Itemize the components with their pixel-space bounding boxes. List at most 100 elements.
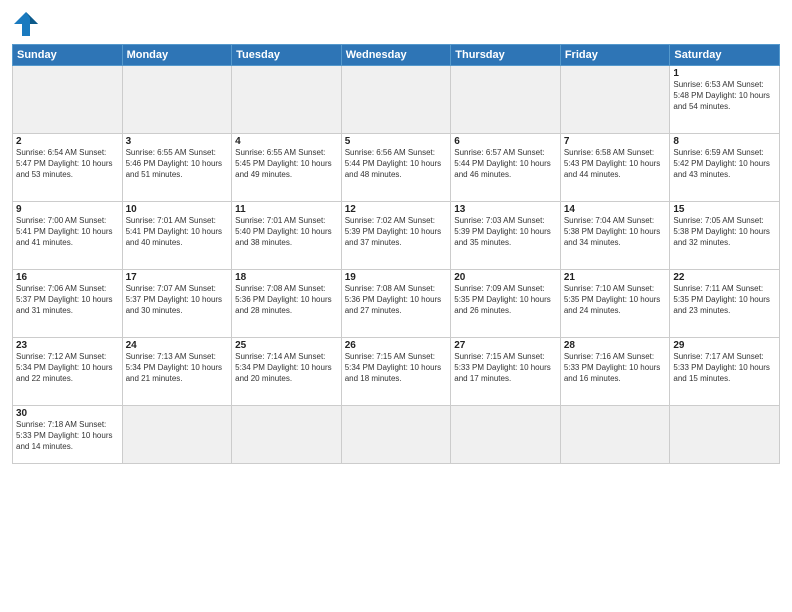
calendar-cell-2-3: 4Sunrise: 6:55 AM Sunset: 5:45 PM Daylig… xyxy=(232,134,342,202)
day-header-tuesday: Tuesday xyxy=(232,45,342,66)
calendar-cell-1-5 xyxy=(451,66,561,134)
day-info: Sunrise: 6:57 AM Sunset: 5:44 PM Dayligh… xyxy=(454,148,557,180)
day-number: 19 xyxy=(345,272,448,283)
day-info: Sunrise: 7:15 AM Sunset: 5:34 PM Dayligh… xyxy=(345,352,448,384)
day-number: 10 xyxy=(126,204,229,215)
day-header-saturday: Saturday xyxy=(670,45,780,66)
day-info: Sunrise: 7:13 AM Sunset: 5:34 PM Dayligh… xyxy=(126,352,229,384)
day-info: Sunrise: 7:10 AM Sunset: 5:35 PM Dayligh… xyxy=(564,284,667,316)
day-info: Sunrise: 7:09 AM Sunset: 5:35 PM Dayligh… xyxy=(454,284,557,316)
day-info: Sunrise: 7:11 AM Sunset: 5:35 PM Dayligh… xyxy=(673,284,776,316)
day-number: 6 xyxy=(454,136,557,147)
calendar-cell-1-6 xyxy=(560,66,670,134)
calendar-cell-1-1 xyxy=(13,66,123,134)
calendar-cell-4-4: 19Sunrise: 7:08 AM Sunset: 5:36 PM Dayli… xyxy=(341,270,451,338)
day-number: 20 xyxy=(454,272,557,283)
day-info: Sunrise: 7:18 AM Sunset: 5:33 PM Dayligh… xyxy=(16,420,119,452)
logo xyxy=(12,10,44,38)
day-number: 9 xyxy=(16,204,119,215)
day-number: 27 xyxy=(454,340,557,351)
day-info: Sunrise: 7:15 AM Sunset: 5:33 PM Dayligh… xyxy=(454,352,557,384)
day-number: 30 xyxy=(16,408,119,419)
calendar-cell-2-2: 3Sunrise: 6:55 AM Sunset: 5:46 PM Daylig… xyxy=(122,134,232,202)
day-number: 15 xyxy=(673,204,776,215)
day-info: Sunrise: 6:54 AM Sunset: 5:47 PM Dayligh… xyxy=(16,148,119,180)
day-info: Sunrise: 6:55 AM Sunset: 5:45 PM Dayligh… xyxy=(235,148,338,180)
day-number: 2 xyxy=(16,136,119,147)
week-row-2: 2Sunrise: 6:54 AM Sunset: 5:47 PM Daylig… xyxy=(13,134,780,202)
day-number: 3 xyxy=(126,136,229,147)
calendar-cell-5-4: 26Sunrise: 7:15 AM Sunset: 5:34 PM Dayli… xyxy=(341,338,451,406)
calendar-cell-4-7: 22Sunrise: 7:11 AM Sunset: 5:35 PM Dayli… xyxy=(670,270,780,338)
day-info: Sunrise: 7:16 AM Sunset: 5:33 PM Dayligh… xyxy=(564,352,667,384)
week-row-3: 9Sunrise: 7:00 AM Sunset: 5:41 PM Daylig… xyxy=(13,202,780,270)
calendar-cell-2-1: 2Sunrise: 6:54 AM Sunset: 5:47 PM Daylig… xyxy=(13,134,123,202)
calendar-cell-2-5: 6Sunrise: 6:57 AM Sunset: 5:44 PM Daylig… xyxy=(451,134,561,202)
day-info: Sunrise: 6:56 AM Sunset: 5:44 PM Dayligh… xyxy=(345,148,448,180)
calendar-cell-6-1: 30Sunrise: 7:18 AM Sunset: 5:33 PM Dayli… xyxy=(13,406,123,464)
day-info: Sunrise: 7:01 AM Sunset: 5:40 PM Dayligh… xyxy=(235,216,338,248)
day-number: 29 xyxy=(673,340,776,351)
day-number: 22 xyxy=(673,272,776,283)
day-info: Sunrise: 7:08 AM Sunset: 5:36 PM Dayligh… xyxy=(235,284,338,316)
day-number: 24 xyxy=(126,340,229,351)
calendar-cell-5-1: 23Sunrise: 7:12 AM Sunset: 5:34 PM Dayli… xyxy=(13,338,123,406)
calendar-cell-3-2: 10Sunrise: 7:01 AM Sunset: 5:41 PM Dayli… xyxy=(122,202,232,270)
calendar-header-row: SundayMondayTuesdayWednesdayThursdayFrid… xyxy=(13,45,780,66)
day-info: Sunrise: 7:02 AM Sunset: 5:39 PM Dayligh… xyxy=(345,216,448,248)
day-number: 4 xyxy=(235,136,338,147)
calendar-cell-3-7: 15Sunrise: 7:05 AM Sunset: 5:38 PM Dayli… xyxy=(670,202,780,270)
calendar-table: SundayMondayTuesdayWednesdayThursdayFrid… xyxy=(12,44,780,464)
calendar-cell-1-3 xyxy=(232,66,342,134)
week-row-4: 16Sunrise: 7:06 AM Sunset: 5:37 PM Dayli… xyxy=(13,270,780,338)
day-info: Sunrise: 7:03 AM Sunset: 5:39 PM Dayligh… xyxy=(454,216,557,248)
day-info: Sunrise: 6:58 AM Sunset: 5:43 PM Dayligh… xyxy=(564,148,667,180)
day-number: 1 xyxy=(673,68,776,79)
week-row-5: 23Sunrise: 7:12 AM Sunset: 5:34 PM Dayli… xyxy=(13,338,780,406)
day-info: Sunrise: 7:17 AM Sunset: 5:33 PM Dayligh… xyxy=(673,352,776,384)
day-number: 17 xyxy=(126,272,229,283)
calendar-cell-6-3 xyxy=(232,406,342,464)
calendar-cell-1-2 xyxy=(122,66,232,134)
calendar-cell-4-5: 20Sunrise: 7:09 AM Sunset: 5:35 PM Dayli… xyxy=(451,270,561,338)
day-info: Sunrise: 7:12 AM Sunset: 5:34 PM Dayligh… xyxy=(16,352,119,384)
week-row-1: 1Sunrise: 6:53 AM Sunset: 5:48 PM Daylig… xyxy=(13,66,780,134)
calendar-cell-5-5: 27Sunrise: 7:15 AM Sunset: 5:33 PM Dayli… xyxy=(451,338,561,406)
day-number: 7 xyxy=(564,136,667,147)
calendar-cell-3-3: 11Sunrise: 7:01 AM Sunset: 5:40 PM Dayli… xyxy=(232,202,342,270)
calendar-cell-6-7 xyxy=(670,406,780,464)
day-number: 12 xyxy=(345,204,448,215)
day-number: 14 xyxy=(564,204,667,215)
logo-icon xyxy=(12,10,40,38)
day-info: Sunrise: 6:53 AM Sunset: 5:48 PM Dayligh… xyxy=(673,80,776,112)
day-info: Sunrise: 6:55 AM Sunset: 5:46 PM Dayligh… xyxy=(126,148,229,180)
day-number: 11 xyxy=(235,204,338,215)
header xyxy=(12,10,780,38)
calendar-cell-3-1: 9Sunrise: 7:00 AM Sunset: 5:41 PM Daylig… xyxy=(13,202,123,270)
calendar-cell-1-7: 1Sunrise: 6:53 AM Sunset: 5:48 PM Daylig… xyxy=(670,66,780,134)
day-header-thursday: Thursday xyxy=(451,45,561,66)
calendar-cell-2-6: 7Sunrise: 6:58 AM Sunset: 5:43 PM Daylig… xyxy=(560,134,670,202)
calendar-cell-5-7: 29Sunrise: 7:17 AM Sunset: 5:33 PM Dayli… xyxy=(670,338,780,406)
calendar-cell-1-4 xyxy=(341,66,451,134)
calendar-cell-5-6: 28Sunrise: 7:16 AM Sunset: 5:33 PM Dayli… xyxy=(560,338,670,406)
calendar-cell-6-6 xyxy=(560,406,670,464)
day-info: Sunrise: 7:04 AM Sunset: 5:38 PM Dayligh… xyxy=(564,216,667,248)
day-number: 25 xyxy=(235,340,338,351)
calendar-cell-4-1: 16Sunrise: 7:06 AM Sunset: 5:37 PM Dayli… xyxy=(13,270,123,338)
day-info: Sunrise: 7:07 AM Sunset: 5:37 PM Dayligh… xyxy=(126,284,229,316)
calendar-cell-3-4: 12Sunrise: 7:02 AM Sunset: 5:39 PM Dayli… xyxy=(341,202,451,270)
day-number: 5 xyxy=(345,136,448,147)
day-header-sunday: Sunday xyxy=(13,45,123,66)
page: SundayMondayTuesdayWednesdayThursdayFrid… xyxy=(0,0,792,612)
day-number: 16 xyxy=(16,272,119,283)
day-info: Sunrise: 7:08 AM Sunset: 5:36 PM Dayligh… xyxy=(345,284,448,316)
day-header-friday: Friday xyxy=(560,45,670,66)
calendar-cell-6-4 xyxy=(341,406,451,464)
calendar-cell-6-5 xyxy=(451,406,561,464)
day-number: 28 xyxy=(564,340,667,351)
day-info: Sunrise: 6:59 AM Sunset: 5:42 PM Dayligh… xyxy=(673,148,776,180)
day-number: 26 xyxy=(345,340,448,351)
calendar-cell-4-6: 21Sunrise: 7:10 AM Sunset: 5:35 PM Dayli… xyxy=(560,270,670,338)
calendar-cell-2-7: 8Sunrise: 6:59 AM Sunset: 5:42 PM Daylig… xyxy=(670,134,780,202)
